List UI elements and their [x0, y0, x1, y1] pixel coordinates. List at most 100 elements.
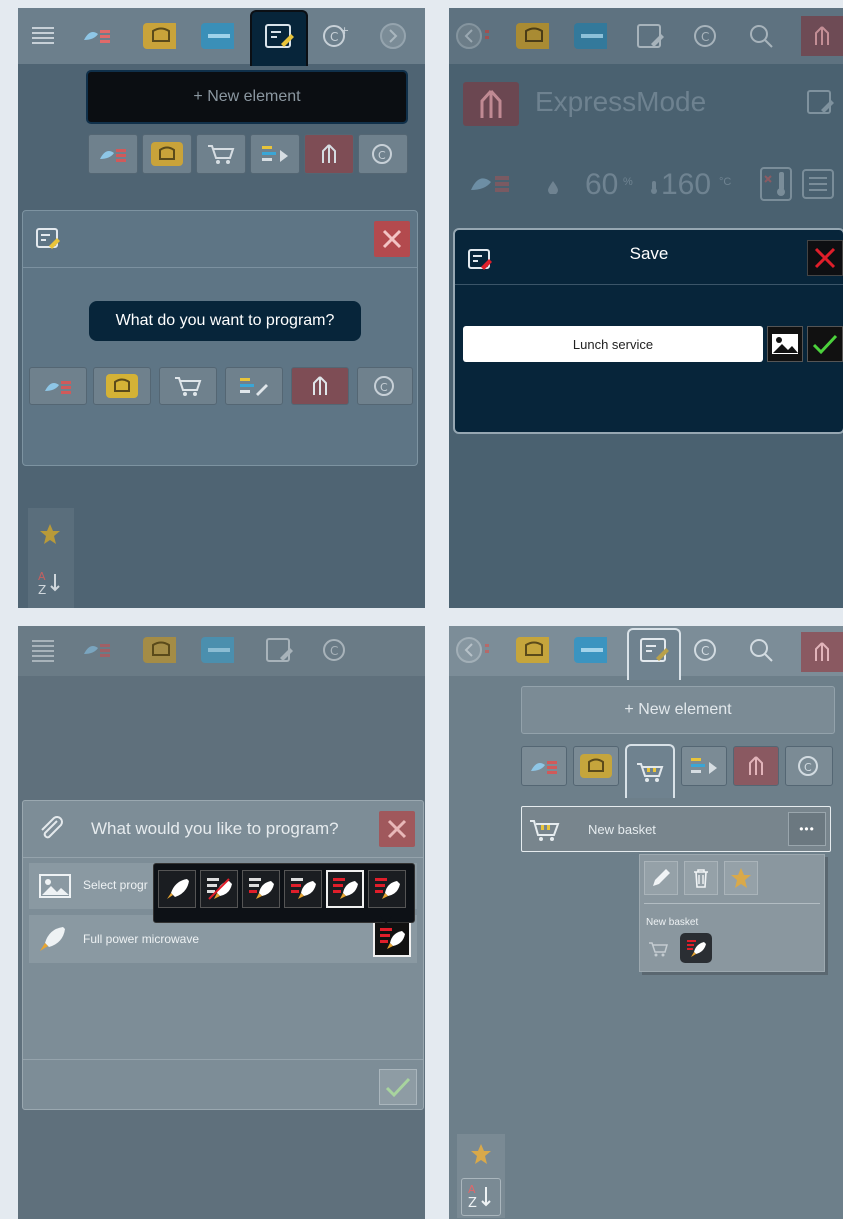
- edit-button[interactable]: [644, 861, 678, 895]
- type-cleaning[interactable]: C: [357, 367, 413, 405]
- bread-icon[interactable]: [142, 22, 176, 50]
- confirm-button[interactable]: [379, 1069, 417, 1105]
- steam-icon[interactable]: [80, 22, 114, 50]
- type-sequence-edit[interactable]: [225, 367, 283, 405]
- sort-az-icon[interactable]: AZ: [36, 568, 64, 603]
- panel-program-selection: C + + New element C What do you want to p…: [18, 8, 425, 608]
- category-tiles: C: [521, 744, 841, 800]
- delete-button[interactable]: [684, 861, 718, 895]
- tile-steam[interactable]: [521, 746, 567, 786]
- bread-icon[interactable]: [142, 636, 176, 664]
- type-bread[interactable]: [93, 367, 151, 405]
- scroll-left-icon[interactable]: [455, 22, 489, 50]
- power-level-5-selected[interactable]: [326, 870, 364, 908]
- cleaning-icon[interactable]: C: [318, 636, 352, 664]
- tray-icon[interactable]: [200, 636, 234, 664]
- express-tab-icon[interactable]: [801, 632, 843, 672]
- divider: [455, 284, 843, 285]
- cleaning-icon[interactable]: C +: [318, 22, 352, 50]
- power-level-3[interactable]: [242, 870, 280, 908]
- tile-express[interactable]: [733, 746, 779, 786]
- favorite-button[interactable]: [724, 861, 758, 895]
- edit-program-icon[interactable]: [262, 22, 296, 50]
- confirm-button[interactable]: [807, 326, 843, 362]
- sort-az-icon: AZ: [468, 1183, 491, 1211]
- tile-bread[interactable]: [142, 134, 192, 174]
- close-button[interactable]: [374, 221, 410, 257]
- category-tiles: C: [88, 134, 420, 184]
- question-label: What do you want to program?: [89, 301, 361, 341]
- settings-sliders-icon[interactable]: [801, 168, 835, 205]
- more-options-button[interactable]: •••: [788, 812, 826, 846]
- edit-icon: [35, 227, 61, 256]
- close-button[interactable]: [379, 811, 415, 847]
- tile-basket[interactable]: [196, 134, 246, 174]
- edit-program-icon[interactable]: [262, 636, 296, 664]
- search-icon[interactable]: [745, 22, 779, 50]
- type-express[interactable]: [291, 367, 349, 405]
- humidity-drop-icon: [547, 180, 559, 199]
- type-basket[interactable]: [159, 367, 217, 405]
- svg-text:C: C: [701, 644, 709, 658]
- close-button[interactable]: [807, 240, 843, 276]
- tile-cleaning[interactable]: C: [785, 746, 833, 786]
- tile-cleaning[interactable]: C: [358, 134, 408, 174]
- tile-sequence[interactable]: [681, 746, 727, 786]
- basket-label: New basket: [588, 822, 656, 837]
- steam-icon[interactable]: [80, 636, 114, 664]
- power-level-6[interactable]: [368, 870, 406, 908]
- svg-text:C: C: [378, 149, 386, 162]
- favorites-star-icon[interactable]: [469, 1142, 493, 1171]
- power-level-2[interactable]: [200, 870, 238, 908]
- panel-save-dialog: C ExpressMode 60 % 160 °C Save Lunch ser…: [449, 8, 843, 608]
- image-icon: [772, 334, 798, 354]
- svg-text:C: C: [330, 644, 338, 658]
- power-level-1[interactable]: [158, 870, 196, 908]
- edit-program-icon[interactable]: [637, 636, 671, 664]
- tray-icon[interactable]: [573, 636, 607, 664]
- check-icon: [812, 334, 838, 355]
- top-toolbar: C: [449, 8, 843, 64]
- image-icon: [39, 873, 71, 904]
- tile-steam[interactable]: [88, 134, 138, 174]
- bread-icon[interactable]: [515, 22, 549, 50]
- favorites-star-icon[interactable]: [38, 522, 62, 551]
- bread-icon[interactable]: [515, 636, 549, 664]
- top-toolbar: C +: [18, 8, 425, 66]
- sort-az-button[interactable]: AZ: [461, 1178, 501, 1216]
- side-tools: AZ: [457, 1134, 505, 1218]
- microwave-power-icon: [380, 928, 405, 949]
- cleaning-icon[interactable]: C: [689, 636, 723, 664]
- panel-select-program: C What would you like to program? Select…: [18, 626, 425, 1219]
- top-toolbar: C: [449, 626, 843, 680]
- new-element-button[interactable]: + New element: [86, 70, 408, 124]
- tile-express[interactable]: [304, 134, 354, 174]
- tray-icon[interactable]: [573, 22, 607, 50]
- name-input[interactable]: Lunch service: [463, 326, 763, 362]
- scroll-left-icon[interactable]: [455, 636, 489, 664]
- scroll-right-icon[interactable]: [376, 22, 410, 50]
- edit-mode-icon[interactable]: [805, 88, 835, 123]
- search-icon[interactable]: [745, 636, 779, 664]
- program-type-dialog: What do you want to program? C: [22, 210, 418, 466]
- menu-icon[interactable]: [26, 22, 60, 50]
- more-options-icon: •••: [799, 822, 815, 836]
- core-probe-icon[interactable]: [759, 166, 793, 207]
- tile-bread[interactable]: [573, 746, 619, 786]
- type-steam[interactable]: [29, 367, 87, 405]
- tile-basket-active[interactable]: [625, 744, 675, 798]
- svg-text:A: A: [468, 1183, 476, 1196]
- list-item-new-basket[interactable]: New basket •••: [521, 806, 831, 852]
- power-level-4[interactable]: [284, 870, 322, 908]
- edit-program-icon[interactable]: [633, 22, 667, 50]
- microwave-step-icon[interactable]: [680, 933, 712, 963]
- express-tab-icon[interactable]: [801, 16, 843, 56]
- new-element-button[interactable]: + New element: [521, 686, 835, 734]
- menu-icon[interactable]: [26, 636, 60, 664]
- tile-sequence[interactable]: [250, 134, 300, 174]
- divider: [23, 857, 423, 858]
- microwave-power-button[interactable]: [373, 921, 411, 957]
- image-button[interactable]: [767, 326, 803, 362]
- cleaning-icon[interactable]: C: [689, 22, 723, 50]
- tray-icon[interactable]: [200, 22, 234, 50]
